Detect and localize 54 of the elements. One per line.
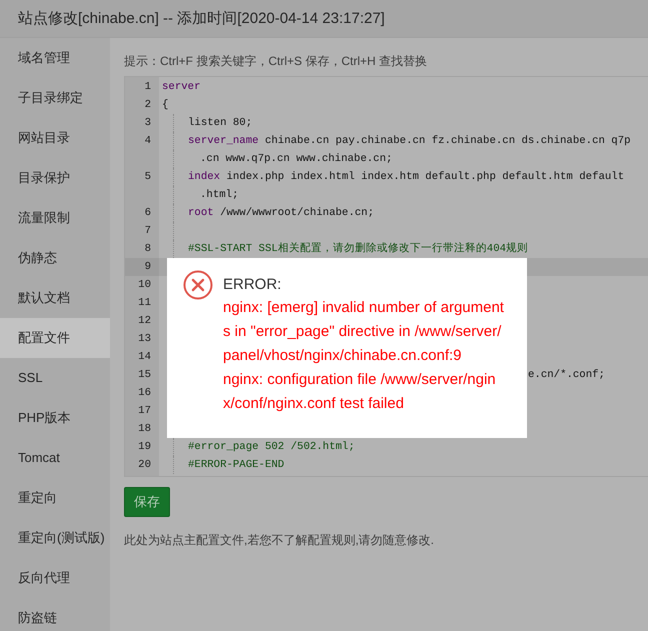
- sidebar-item[interactable]: 网站目录: [0, 118, 110, 158]
- sidebar-item[interactable]: 反向代理: [0, 558, 110, 598]
- sidebar-item[interactable]: 重定向(测试版): [0, 518, 110, 558]
- sidebar-item[interactable]: 配置文件: [0, 318, 110, 358]
- note-text: 此处为站点主配置文件,若您不了解配置规则,请勿随意修改.: [124, 532, 436, 549]
- dialog-title: ERROR:: [223, 275, 282, 295]
- sidebar-item[interactable]: 流量限制: [0, 198, 110, 238]
- sidebar-item[interactable]: SSL: [0, 358, 110, 398]
- sidebar-item[interactable]: 伪静态: [0, 238, 110, 278]
- line-number: 20: [137, 458, 152, 473]
- hint-text: 提示：Ctrl+F 搜索关键字，Ctrl+S 保存，Ctrl+H 查找替换: [124, 53, 428, 69]
- line-number: 11: [137, 296, 152, 311]
- line-number: 13: [137, 332, 152, 347]
- line-number: 17: [137, 404, 152, 419]
- sidebar-item[interactable]: 重定向: [0, 478, 110, 518]
- error-icon: [183, 270, 213, 300]
- line-number: 6: [144, 206, 152, 221]
- code-line: {: [162, 98, 168, 113]
- code-line: listen 80;: [188, 116, 252, 131]
- code-line: index index.php index.html index.htm default.php default.htm default: [188, 170, 624, 185]
- code-line: server: [162, 80, 200, 95]
- error-message: nginx: configuration file /www/server/nginx/conf/nginx.conf test failed: [223, 370, 497, 414]
- code-line: #SSL-START SSL相关配置，请勿删除或修改下一行带注释的404规则: [188, 241, 528, 257]
- code-line: root /www/wwwroot/chinabe.cn;: [188, 206, 374, 221]
- line-number: 15: [137, 368, 152, 383]
- sidebar-item[interactable]: 域名管理: [0, 38, 110, 78]
- code-line: .cn www.q7p.cn www.chinabe.cn;: [199, 152, 392, 167]
- line-number: 14: [137, 350, 152, 365]
- sidebar-item[interactable]: 子目录绑定: [0, 78, 110, 118]
- line-number: 4: [144, 134, 152, 149]
- line-number: 9: [125, 258, 159, 276]
- code-line: server_name chinabe.cn pay.chinabe.cn fz.chinabe.cn ds.chinabe.cn q7p: [188, 134, 631, 149]
- line-number: 7: [144, 224, 152, 239]
- code-line: e.cn/*.conf;: [528, 368, 605, 383]
- line-number: 8: [144, 242, 152, 257]
- sidebar-item[interactable]: 目录保护: [0, 158, 110, 198]
- line-number: 1: [144, 80, 152, 95]
- line-number: 19: [137, 440, 152, 455]
- line-number: 3: [144, 116, 152, 131]
- sidebar-item[interactable]: PHP版本: [0, 398, 110, 438]
- window-title: 站点修改[chinabe.cn] -- 添加时间[2020-04-14 23:17:27]: [18, 9, 385, 28]
- sidebar-item[interactable]: Tomcat: [0, 438, 110, 478]
- code-line: #error_page 502 /502.html;: [188, 440, 355, 455]
- line-number: 12: [137, 314, 152, 329]
- line-number: 5: [144, 170, 152, 185]
- line-number: 2: [144, 98, 152, 113]
- line-number: 18: [137, 422, 152, 437]
- line-number: 10: [137, 278, 152, 293]
- line-number: 16: [137, 386, 152, 401]
- code-line: .html;: [199, 188, 238, 203]
- sidebar-item[interactable]: 防盗链: [0, 598, 110, 631]
- save-button[interactable]: 保存: [124, 487, 170, 517]
- sidebar-item[interactable]: 默认文档: [0, 278, 110, 318]
- code-line: #ERROR-PAGE-END: [188, 458, 284, 473]
